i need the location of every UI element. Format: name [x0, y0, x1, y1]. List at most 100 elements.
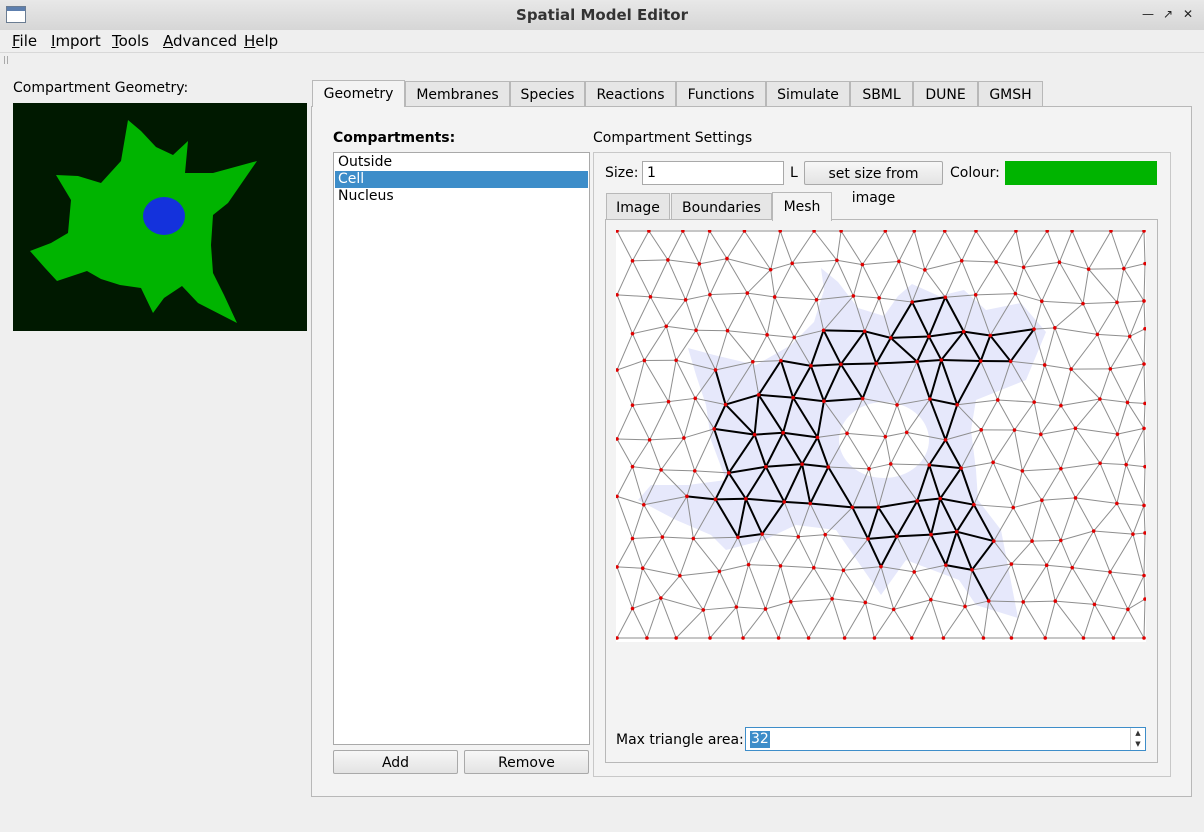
mesh-edge: [961, 260, 977, 296]
mesh-vertex: [895, 534, 899, 539]
mesh-vertex: [647, 438, 652, 442]
subtab-mesh[interactable]: Mesh: [772, 192, 832, 221]
mesh-vertex: [923, 268, 927, 272]
mesh-vertex: [697, 262, 702, 266]
subtab-boundaries[interactable]: Boundaries: [671, 193, 772, 220]
mesh-edge: [1054, 567, 1073, 602]
mesh-vertex: [630, 403, 635, 407]
mesh-view[interactable]: [615, 229, 1147, 642]
mesh-edge: [861, 230, 886, 265]
mesh-edge: [1071, 567, 1095, 605]
mesh-edge: [836, 259, 863, 266]
tab-sbml[interactable]: SBML: [850, 81, 913, 106]
set-size-from-image-button[interactable]: set size from image: [804, 161, 943, 206]
mesh-vertex: [1021, 265, 1026, 270]
list-item-cell[interactable]: Cell: [335, 171, 588, 188]
mesh-vertex: [741, 636, 745, 640]
mesh-edge: [747, 292, 775, 298]
mesh-edge: [660, 575, 681, 599]
mesh-vertex: [1059, 403, 1063, 408]
mesh-edge: [1100, 462, 1127, 466]
mesh-vertex: [685, 494, 689, 499]
mesh-edge: [836, 230, 842, 261]
mesh-vertex: [712, 427, 716, 431]
tab-dune[interactable]: DUNE: [913, 81, 978, 106]
mesh-edge: [1060, 497, 1076, 541]
close-icon[interactable]: ✕: [1180, 6, 1196, 22]
mesh-vertex: [929, 532, 933, 537]
mesh-vertex: [1125, 400, 1130, 405]
tab-species[interactable]: Species: [510, 81, 585, 106]
mesh-edge: [975, 293, 1016, 296]
mesh-vertex: [850, 505, 855, 510]
mesh-edge: [1011, 540, 1033, 565]
spin-arrows-icon[interactable]: ▲ ▼: [1130, 728, 1145, 750]
mesh-vertex: [888, 336, 893, 340]
mesh-edge: [1046, 565, 1056, 602]
mesh-vertex: [660, 535, 665, 539]
mesh-vertex: [1122, 266, 1126, 271]
mesh-edge: [941, 359, 981, 363]
minimize-icon[interactable]: —: [1140, 6, 1156, 22]
mesh-edge: [683, 398, 696, 439]
subtab-image[interactable]: Image: [606, 193, 670, 220]
mesh-vertex: [745, 291, 750, 295]
mesh-edge: [1143, 428, 1146, 467]
mesh-vertex: [746, 562, 751, 567]
maximize-icon[interactable]: ↗: [1160, 6, 1176, 22]
tab-geometry[interactable]: Geometry: [312, 80, 405, 107]
mesh-edge: [632, 230, 650, 262]
mesh-edge: [898, 260, 926, 271]
mesh-vertex: [1126, 607, 1130, 612]
mesh-vertex: [1143, 326, 1147, 331]
mesh-vertex: [1086, 267, 1091, 271]
remove-compartment-button[interactable]: Remove: [464, 750, 589, 774]
mesh-vertex: [779, 358, 783, 363]
mesh-edge: [1059, 261, 1089, 270]
tab-simulate[interactable]: Simulate: [766, 81, 850, 106]
mesh-edge: [1143, 328, 1146, 365]
mesh-edge: [1110, 571, 1145, 577]
mesh-edge: [1054, 303, 1084, 329]
mesh-vertex: [1032, 327, 1036, 331]
colour-swatch-button[interactable]: [1005, 161, 1157, 185]
max-triangle-area-value[interactable]: 32: [750, 731, 770, 748]
menu-help[interactable]: Help: [244, 32, 278, 50]
tab-gmsh[interactable]: GMSH: [978, 81, 1043, 106]
menu-advanced[interactable]: Advanced: [163, 32, 237, 50]
mesh-edge: [660, 437, 685, 471]
menu-tools[interactable]: Tools: [112, 32, 149, 50]
mesh-vertex: [751, 359, 755, 364]
mesh-vertex: [961, 329, 966, 334]
list-item-nucleus[interactable]: Nucleus: [335, 188, 588, 205]
list-item-outside[interactable]: Outside: [335, 154, 588, 171]
mesh-edge: [648, 230, 669, 261]
mesh-edge: [840, 362, 877, 366]
mesh-vertex: [1011, 505, 1016, 510]
mesh-edge: [632, 466, 662, 471]
compartments-list[interactable]: Outside Cell Nucleus: [333, 152, 590, 745]
tab-reactions[interactable]: Reactions: [585, 81, 676, 106]
tab-functions[interactable]: Functions: [676, 81, 766, 106]
mesh-edge: [1129, 336, 1145, 365]
mesh-edge: [813, 567, 844, 571]
mesh-vertex: [883, 434, 888, 439]
max-triangle-area-spinbox[interactable]: 32 ▲ ▼: [745, 727, 1146, 751]
mesh-vertex: [692, 469, 697, 473]
menu-import[interactable]: Import: [51, 32, 101, 50]
toolbar-grip[interactable]: [4, 56, 10, 64]
geometry-image[interactable]: [13, 103, 307, 331]
mesh-vertex: [725, 256, 729, 261]
mesh-edge: [1033, 364, 1046, 403]
mesh-edge: [1116, 300, 1145, 303]
menu-file[interactable]: File: [12, 32, 37, 50]
mesh-edge: [1143, 505, 1146, 533]
add-compartment-button[interactable]: Add: [333, 750, 458, 774]
mesh-edge: [709, 292, 748, 296]
mesh-edge: [632, 536, 663, 539]
max-triangle-area-label: Max triangle area:: [616, 732, 744, 748]
tab-membranes[interactable]: Membranes: [405, 81, 510, 106]
mesh-vertex: [862, 329, 867, 334]
size-input[interactable]: 1: [642, 161, 784, 185]
mesh-edge: [1041, 500, 1062, 541]
